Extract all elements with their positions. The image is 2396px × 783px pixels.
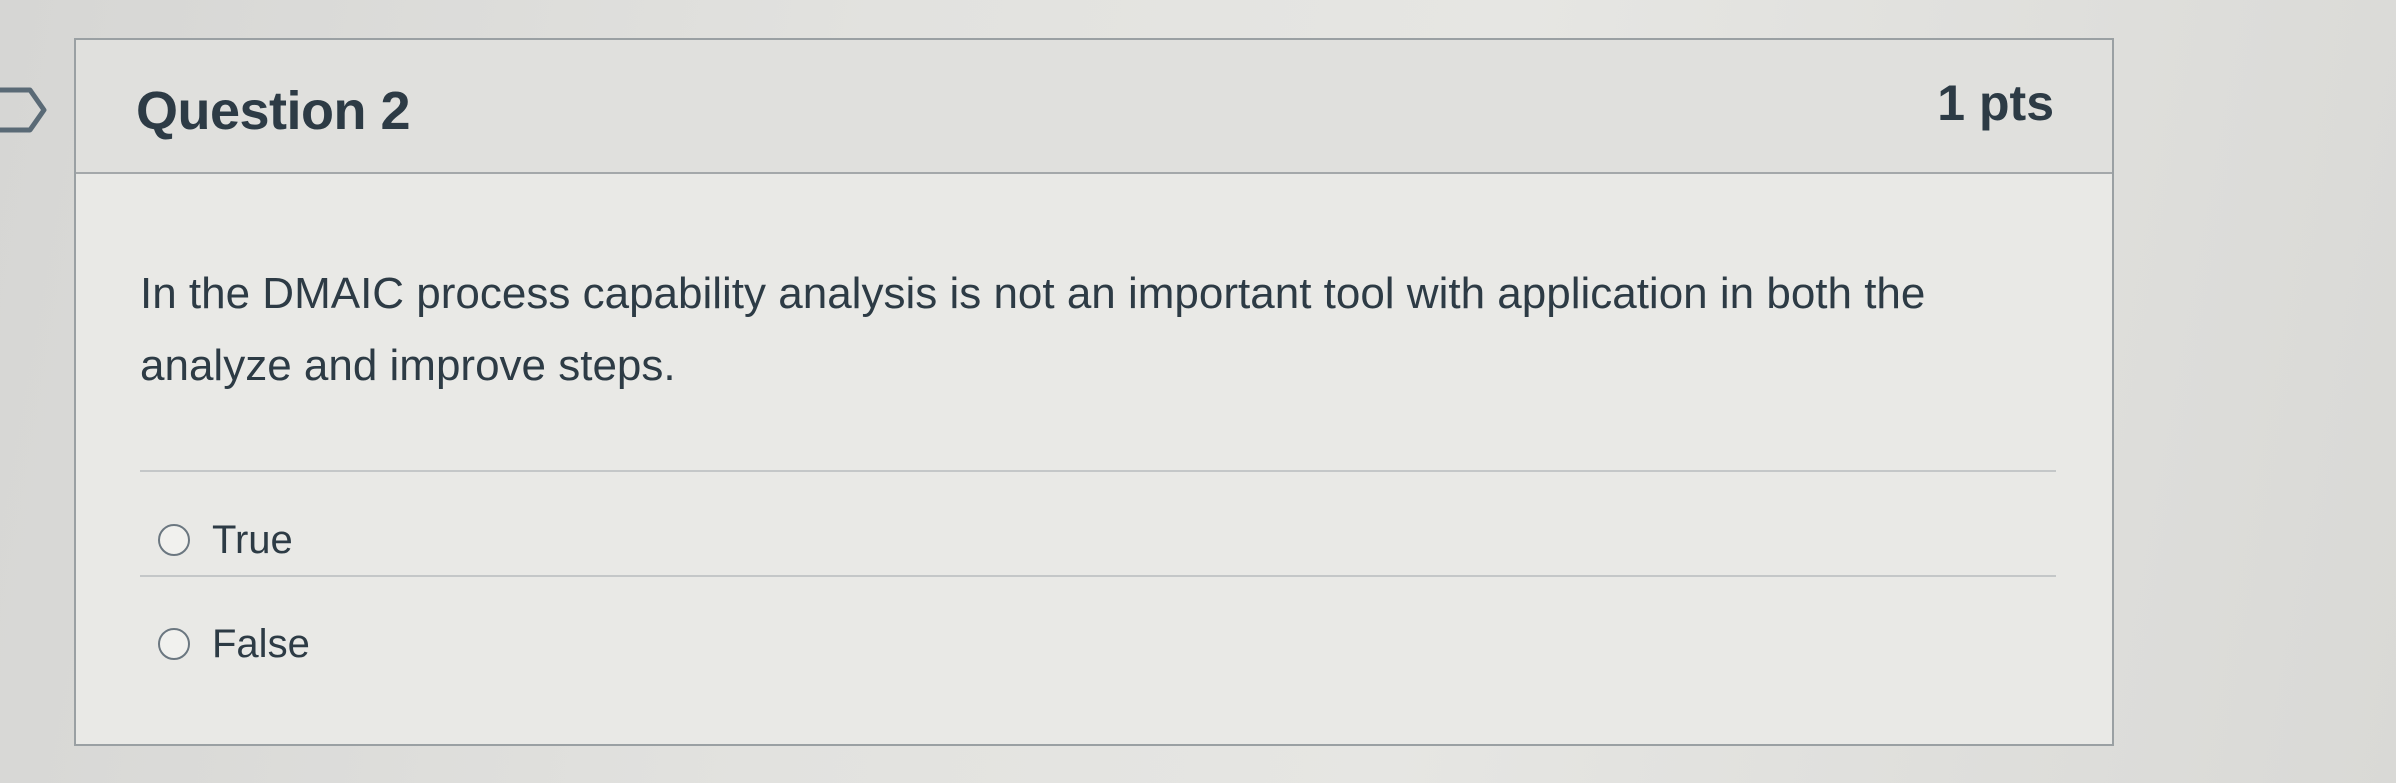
answer-option-true[interactable]: True [158, 510, 293, 570]
answer-option-false[interactable]: False [158, 614, 310, 674]
question-card: Question 2 1 pts In the DMAIC process ca… [74, 38, 2114, 746]
answers-top-divider [140, 470, 2056, 472]
answers-divider [140, 575, 2056, 577]
question-points: 1 pts [1937, 75, 2054, 131]
answer-label[interactable]: True [212, 518, 293, 563]
radio-unchecked-icon[interactable] [158, 524, 190, 556]
question-header: Question 2 1 pts [76, 40, 2112, 174]
question-title: Question 2 [136, 81, 411, 141]
radio-unchecked-icon[interactable] [158, 628, 190, 660]
question-flag-icon[interactable] [0, 86, 48, 134]
answer-label[interactable]: False [212, 622, 310, 667]
question-text: In the DMAIC process capability analysis… [140, 269, 1926, 390]
